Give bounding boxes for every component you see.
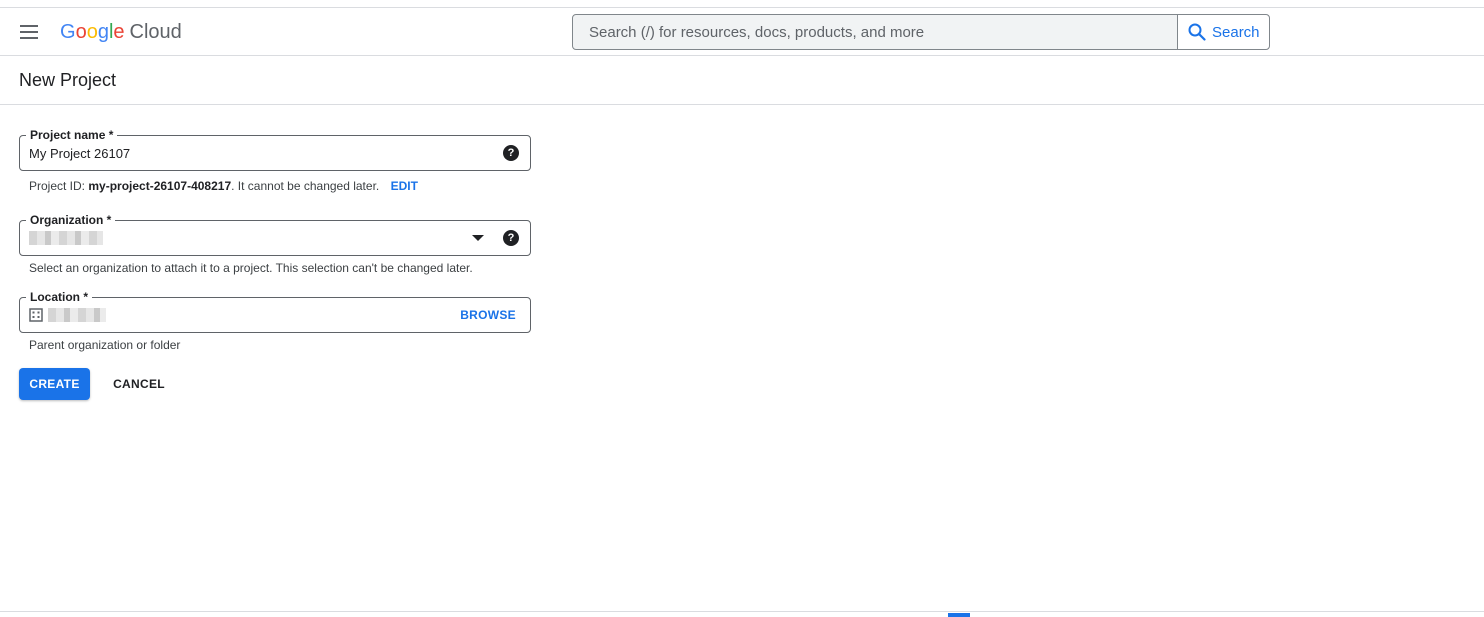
bottom-divider — [0, 611, 1484, 612]
redacted-location-value — [48, 308, 106, 322]
logo-letter: e — [113, 21, 125, 43]
edit-project-id-link[interactable]: EDIT — [391, 179, 418, 193]
page-title: New Project — [19, 70, 117, 90]
location-hint: Parent organization or folder — [29, 338, 181, 352]
logo-cloud-text: Cloud — [129, 21, 182, 43]
project-name-label: Project name * — [26, 128, 118, 142]
search-button[interactable]: Search — [1177, 15, 1269, 49]
organization-label: Organization * — [26, 213, 116, 227]
project-id-hint: Project ID: my-project-26107-408217. It … — [29, 179, 418, 193]
redacted-organization-value — [29, 231, 103, 245]
google-cloud-logo[interactable]: Google Cloud — [60, 19, 182, 45]
location-field[interactable]: Location * BROWSE — [19, 290, 531, 333]
hamburger-menu-icon[interactable] — [17, 20, 41, 44]
logo-letter: o — [75, 21, 87, 43]
bottom-indicator — [948, 613, 970, 617]
project-id-value: my-project-26107-408217 — [88, 179, 232, 193]
search-button-label: Search — [1212, 23, 1260, 41]
project-id-prefix: Project ID: — [29, 179, 89, 193]
question-circle-icon[interactable]: ? — [503, 230, 519, 246]
top-app-bar: Google Cloud Search — [0, 8, 1484, 56]
project-id-suffix: . It cannot be changed later. — [231, 179, 380, 193]
organization-select[interactable]: Organization * ? — [19, 213, 531, 256]
search-bar: Search — [572, 14, 1270, 50]
location-label: Location * — [26, 290, 93, 304]
project-name-input[interactable] — [29, 143, 489, 163]
project-name-field: Project name * ? — [19, 128, 531, 171]
cancel-button[interactable]: CANCEL — [104, 368, 174, 400]
question-circle-icon[interactable]: ? — [503, 145, 519, 161]
magnifier-icon — [1188, 23, 1206, 41]
logo-letter: g — [97, 21, 109, 43]
logo-letter: G — [60, 21, 76, 43]
building-icon — [29, 308, 43, 322]
organization-hint: Select an organization to attach it to a… — [29, 261, 473, 275]
create-button[interactable]: CREATE — [19, 368, 90, 400]
browse-button[interactable]: BROWSE — [460, 308, 516, 322]
caret-down-icon[interactable] — [472, 235, 484, 241]
page-title-bar: New Project — [0, 56, 1484, 105]
logo-letter: o — [86, 21, 98, 43]
search-input[interactable] — [573, 15, 1177, 49]
